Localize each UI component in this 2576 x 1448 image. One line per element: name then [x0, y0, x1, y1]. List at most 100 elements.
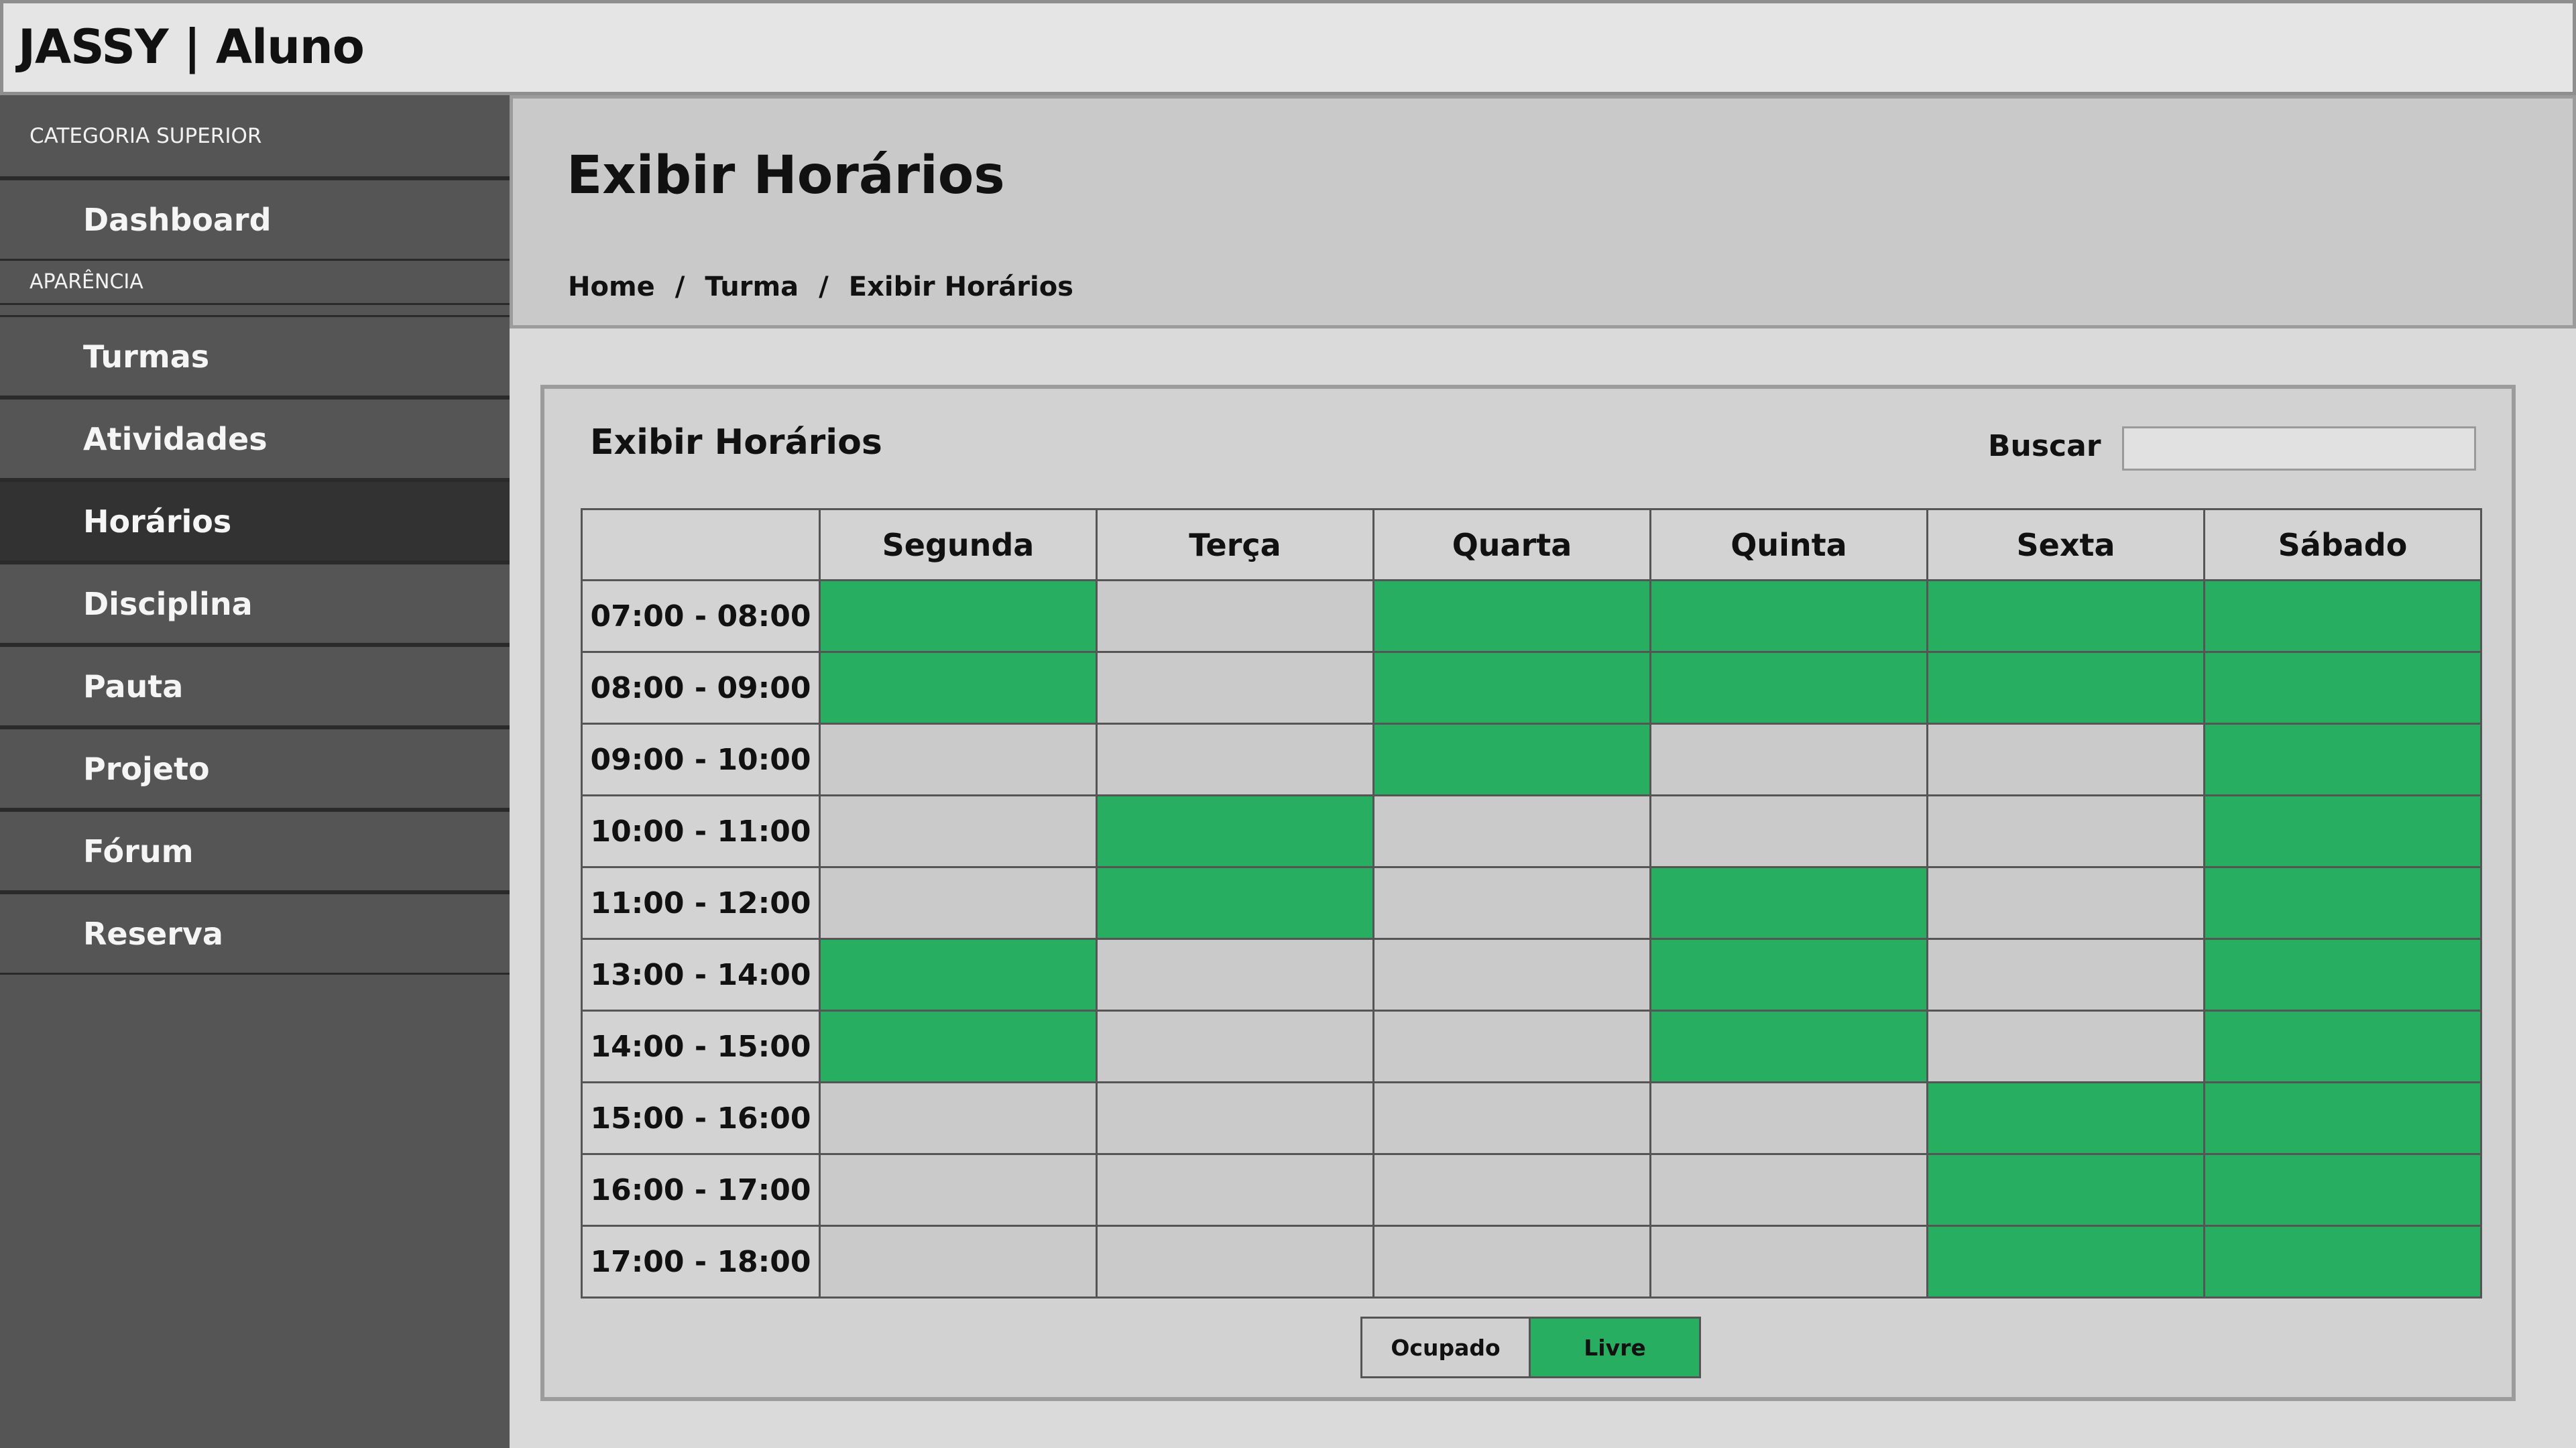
slot-cell-livre[interactable] — [1096, 866, 1374, 940]
search-label: Buscar — [1988, 429, 2101, 463]
slot-cell-ocupado[interactable] — [1096, 1010, 1374, 1083]
page-title: Exibir Horários — [567, 145, 1005, 206]
sidebar-header-categoria-superior: CATEGORIA SUPERIOR — [0, 95, 510, 178]
sidebar-item-atividades[interactable]: Atividades — [0, 398, 510, 480]
table-row: 16:00 - 17:00 — [581, 1153, 2482, 1227]
slot-cell-ocupado[interactable] — [1372, 1010, 1651, 1083]
legend: Ocupado Livre — [1360, 1317, 1701, 1378]
slot-cell-livre[interactable] — [2203, 866, 2482, 940]
slot-cell-livre[interactable] — [2203, 938, 2482, 1012]
slot-cell-ocupado[interactable] — [1372, 1081, 1651, 1155]
page-header: Exibir Horários Home / Turma / Exibir Ho… — [510, 95, 2576, 328]
breadcrumb-separator: / — [675, 272, 685, 302]
time-slot-label: 17:00 - 18:00 — [581, 1225, 821, 1299]
slot-cell-livre[interactable] — [1926, 1081, 2205, 1155]
table-row: 08:00 - 09:00 — [581, 651, 2482, 725]
slot-cell-livre[interactable] — [1372, 723, 1651, 796]
time-slot-label: 14:00 - 15:00 — [581, 1010, 821, 1083]
table-row: 14:00 - 15:00 — [581, 1010, 2482, 1083]
sidebar-item-reserva[interactable]: Reserva — [0, 892, 510, 975]
slot-cell-livre[interactable] — [1649, 1010, 1928, 1083]
slot-cell-livre[interactable] — [1926, 651, 2205, 725]
slot-cell-ocupado[interactable] — [819, 1225, 1098, 1299]
breadcrumb-turma[interactable]: Turma — [705, 272, 799, 302]
sidebar-item-disciplina[interactable]: Disciplina — [0, 562, 510, 645]
slot-cell-ocupado[interactable] — [1926, 866, 2205, 940]
slot-cell-ocupado[interactable] — [1096, 1225, 1374, 1299]
slot-cell-ocupado[interactable] — [1649, 723, 1928, 796]
slot-cell-ocupado[interactable] — [1096, 1081, 1374, 1155]
slot-cell-livre[interactable] — [1372, 651, 1651, 725]
slot-cell-livre[interactable] — [1372, 579, 1651, 653]
slot-cell-livre[interactable] — [1926, 1225, 2205, 1299]
sidebar-item-forum[interactable]: Fórum — [0, 810, 510, 892]
table-row: 09:00 - 10:00 — [581, 723, 2482, 796]
time-slot-label: 08:00 - 09:00 — [581, 651, 821, 725]
slot-cell-ocupado[interactable] — [1372, 1225, 1651, 1299]
slot-cell-ocupado[interactable] — [1372, 938, 1651, 1012]
slot-cell-livre[interactable] — [2203, 794, 2482, 868]
slot-cell-ocupado[interactable] — [1926, 723, 2205, 796]
slot-cell-livre[interactable] — [2203, 1225, 2482, 1299]
schedule-body: 07:00 - 08:00 08:00 - 09:00 09:00 - 10:00 1… — [581, 579, 2482, 1299]
slot-cell-ocupado[interactable] — [819, 866, 1098, 940]
day-header-terca: Terça — [1096, 508, 1374, 581]
slot-cell-ocupado[interactable] — [1096, 651, 1374, 725]
day-header-segunda: Segunda — [819, 508, 1098, 581]
sidebar-item-projeto[interactable]: Projeto — [0, 727, 510, 810]
sidebar-item-horarios[interactable]: Horários — [0, 480, 510, 562]
slot-cell-ocupado[interactable] — [1926, 1010, 2205, 1083]
slot-cell-ocupado[interactable] — [1926, 794, 2205, 868]
schedule-card: Exibir Horários Buscar Segunda Terça Qua… — [540, 385, 2516, 1401]
slot-cell-ocupado[interactable] — [1649, 1153, 1928, 1227]
slot-cell-livre[interactable] — [819, 1010, 1098, 1083]
slot-cell-livre[interactable] — [819, 938, 1098, 1012]
slot-cell-livre[interactable] — [1649, 651, 1928, 725]
slot-cell-ocupado[interactable] — [1926, 938, 2205, 1012]
table-row: 13:00 - 14:00 — [581, 938, 2482, 1012]
slot-cell-ocupado[interactable] — [819, 1153, 1098, 1227]
time-slot-label: 13:00 - 14:00 — [581, 938, 821, 1012]
slot-cell-livre[interactable] — [1649, 866, 1928, 940]
slot-cell-livre[interactable] — [1096, 794, 1374, 868]
slot-cell-livre[interactable] — [819, 651, 1098, 725]
slot-cell-ocupado[interactable] — [1649, 794, 1928, 868]
slot-cell-ocupado[interactable] — [1649, 1081, 1928, 1155]
slot-cell-ocupado[interactable] — [1649, 1225, 1928, 1299]
slot-cell-livre[interactable] — [1926, 579, 2205, 653]
day-header-sabado: Sábado — [2203, 508, 2482, 581]
slot-cell-livre[interactable] — [1649, 938, 1928, 1012]
slot-cell-livre[interactable] — [2203, 1153, 2482, 1227]
slot-cell-ocupado[interactable] — [1096, 1153, 1374, 1227]
card-title: Exibir Horários — [590, 422, 882, 463]
slot-cell-livre[interactable] — [2203, 1010, 2482, 1083]
breadcrumb-separator: / — [819, 272, 829, 302]
slot-cell-ocupado[interactable] — [819, 794, 1098, 868]
table-row: 15:00 - 16:00 — [581, 1081, 2482, 1155]
slot-cell-livre[interactable] — [819, 579, 1098, 653]
slot-cell-ocupado[interactable] — [1372, 866, 1651, 940]
slot-cell-livre[interactable] — [2203, 651, 2482, 725]
sidebar-item-dashboard[interactable]: Dashboard — [0, 178, 510, 261]
breadcrumb: Home / Turma / Exibir Horários — [568, 272, 1073, 302]
slot-cell-livre[interactable] — [1926, 1153, 2205, 1227]
sidebar: CATEGORIA SUPERIOR Dashboard APARÊNCIA T… — [0, 95, 510, 1448]
sidebar-item-turmas[interactable]: Turmas — [0, 315, 510, 398]
slot-cell-livre[interactable] — [2203, 723, 2482, 796]
slot-cell-ocupado[interactable] — [1096, 938, 1374, 1012]
slot-cell-ocupado[interactable] — [1372, 794, 1651, 868]
slot-cell-livre[interactable] — [2203, 1081, 2482, 1155]
slot-cell-ocupado[interactable] — [819, 723, 1098, 796]
slot-cell-livre[interactable] — [1649, 579, 1928, 653]
slot-cell-ocupado[interactable] — [1372, 1153, 1651, 1227]
breadcrumb-home[interactable]: Home — [568, 272, 655, 302]
slot-cell-ocupado[interactable] — [1096, 579, 1374, 653]
table-row: 17:00 - 18:00 — [581, 1225, 2482, 1299]
sidebar-item-pauta[interactable]: Pauta — [0, 645, 510, 727]
time-slot-label: 11:00 - 12:00 — [581, 866, 821, 940]
slot-cell-livre[interactable] — [2203, 579, 2482, 653]
header-corner-cell — [581, 508, 821, 581]
slot-cell-ocupado[interactable] — [819, 1081, 1098, 1155]
search-input[interactable] — [2122, 426, 2476, 471]
slot-cell-ocupado[interactable] — [1096, 723, 1374, 796]
